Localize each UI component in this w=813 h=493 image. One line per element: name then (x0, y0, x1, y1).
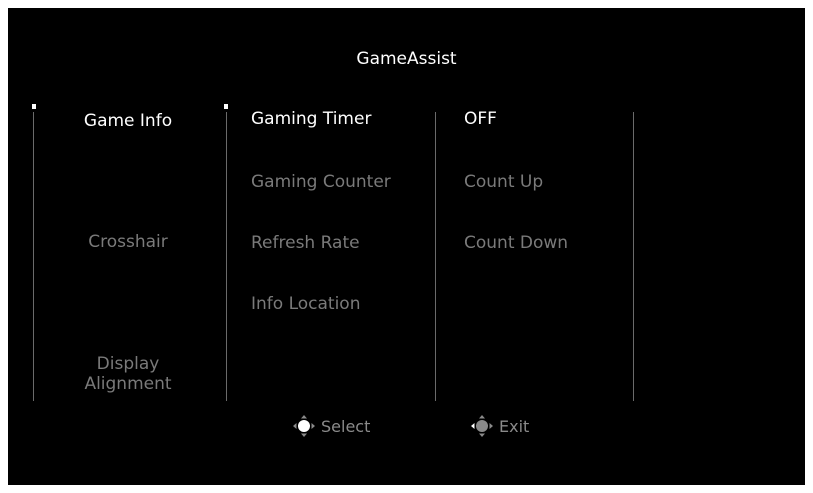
menu-item-display-alignment[interactable]: Display Alignment (33, 354, 223, 394)
menu-item-crosshair[interactable]: Crosshair (33, 232, 223, 252)
option-off[interactable]: OFF (464, 109, 497, 129)
exit-hint-label: Exit (499, 416, 530, 436)
osd-menu-screen: GameAssist Game Info Crosshair Display A… (8, 8, 805, 485)
menu-item-gaming-counter[interactable]: Gaming Counter (251, 172, 391, 192)
column-divider-2 (226, 112, 227, 401)
select-hint-label: Select (321, 416, 371, 436)
menu-item-gaming-timer[interactable]: Gaming Timer (251, 109, 371, 129)
option-count-down[interactable]: Count Down (464, 233, 568, 253)
menu-item-info-location[interactable]: Info Location (251, 294, 360, 314)
exit-hint: Exit (470, 414, 529, 438)
joystick-exit-icon (471, 415, 493, 437)
menu-item-game-info[interactable]: Game Info (33, 111, 223, 131)
column-divider-4 (633, 112, 634, 401)
option-count-up[interactable]: Count Up (464, 172, 543, 192)
level1-selection-marker (32, 104, 36, 109)
column-divider-3 (435, 112, 436, 401)
level2-selection-marker (224, 104, 228, 109)
menu-title: GameAssist (356, 49, 457, 69)
joystick-select-icon (293, 415, 315, 437)
menu-item-refresh-rate[interactable]: Refresh Rate (251, 233, 360, 253)
select-hint: Select (292, 414, 370, 438)
